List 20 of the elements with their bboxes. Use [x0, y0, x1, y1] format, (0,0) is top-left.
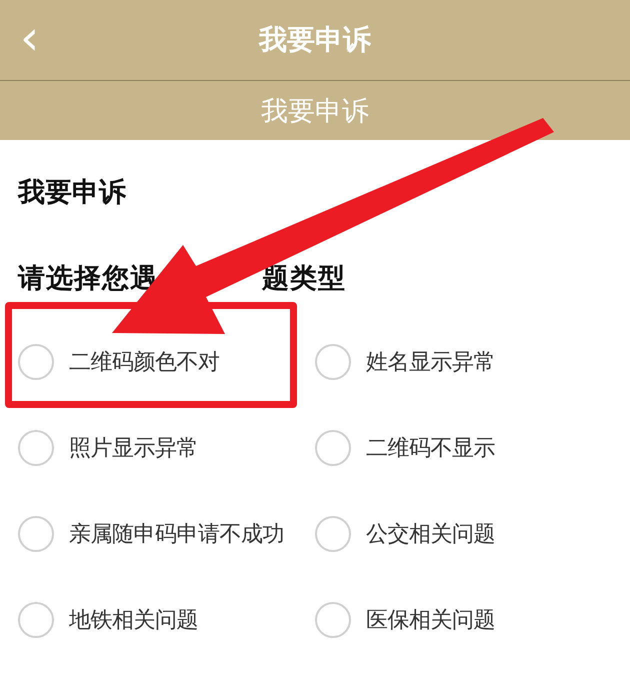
- sub-header-title: 我要申诉: [261, 94, 369, 128]
- option-label[interactable]: 地铁相关问题: [69, 605, 198, 635]
- option-label[interactable]: 医保相关问题: [366, 605, 495, 635]
- question-heading: 题类型: [262, 262, 346, 296]
- radio-button[interactable]: [315, 344, 351, 380]
- option-label[interactable]: 二维码颜色不对: [69, 347, 220, 377]
- option-label[interactable]: 照片显示异常: [69, 433, 198, 463]
- page-title: 我要申诉: [259, 22, 371, 58]
- radio-button[interactable]: [315, 602, 351, 638]
- radio-button[interactable]: [315, 516, 351, 552]
- radio-button[interactable]: [315, 430, 351, 466]
- option-label[interactable]: 姓名显示异常: [366, 347, 495, 377]
- section-title: 我要申诉: [18, 176, 127, 210]
- radio-button[interactable]: [18, 516, 54, 552]
- option-label[interactable]: 公交相关问题: [366, 519, 495, 549]
- option-label[interactable]: 二维码不显示: [366, 433, 495, 463]
- radio-button[interactable]: [18, 344, 54, 380]
- radio-button[interactable]: [18, 602, 54, 638]
- option-label[interactable]: 亲属随申码申请不成功: [69, 519, 284, 549]
- radio-button[interactable]: [18, 430, 54, 466]
